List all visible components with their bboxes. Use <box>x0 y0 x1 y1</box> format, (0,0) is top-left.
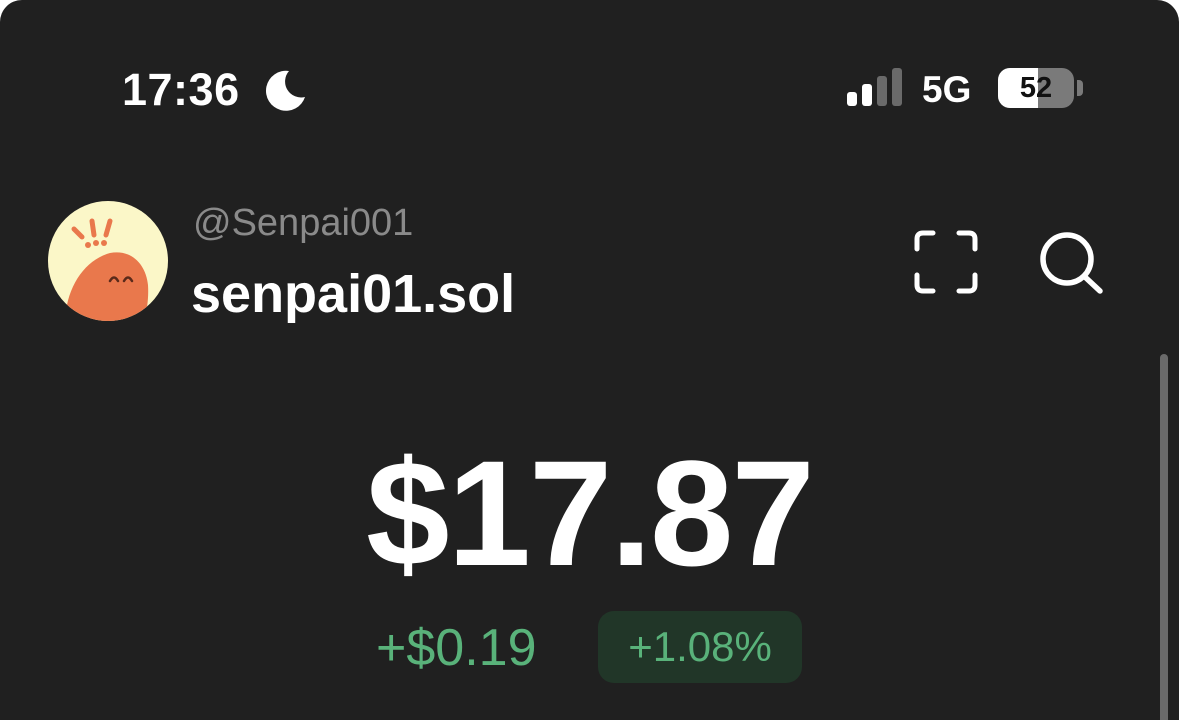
scan-icon <box>914 230 978 294</box>
balance-change-percent: +1.08% <box>628 623 772 670</box>
signal-bar <box>877 76 887 106</box>
moon-icon <box>265 70 305 111</box>
status-time: 17:36 <box>122 64 240 115</box>
total-balance: $17.87 <box>366 429 815 597</box>
battery-indicator: 52 <box>998 68 1074 108</box>
signal-bar <box>862 84 872 106</box>
search-button[interactable] <box>1030 221 1112 303</box>
senpai-avatar-icon[interactable] <box>48 201 168 321</box>
network-type-label: 5G <box>922 69 972 110</box>
wallet-home-screen: 17:36 5G 52 @Senpai001 senpai01.sol $17.… <box>0 0 1179 720</box>
balance-change-badge: +1.08% <box>598 611 802 683</box>
battery-cap <box>1077 80 1083 96</box>
scrollbar[interactable] <box>1160 354 1168 720</box>
balance-change-amount: +$0.19 <box>376 619 537 677</box>
battery-percent-label: 52 <box>1019 72 1053 104</box>
signal-bar <box>847 92 857 106</box>
account-name[interactable]: senpai01.sol <box>191 262 515 326</box>
scan-button[interactable] <box>905 221 987 303</box>
signal-bar <box>892 68 902 106</box>
account-handle: @Senpai001 <box>193 202 414 244</box>
search-icon <box>1040 232 1103 294</box>
cellular-signal-icon <box>847 68 902 106</box>
